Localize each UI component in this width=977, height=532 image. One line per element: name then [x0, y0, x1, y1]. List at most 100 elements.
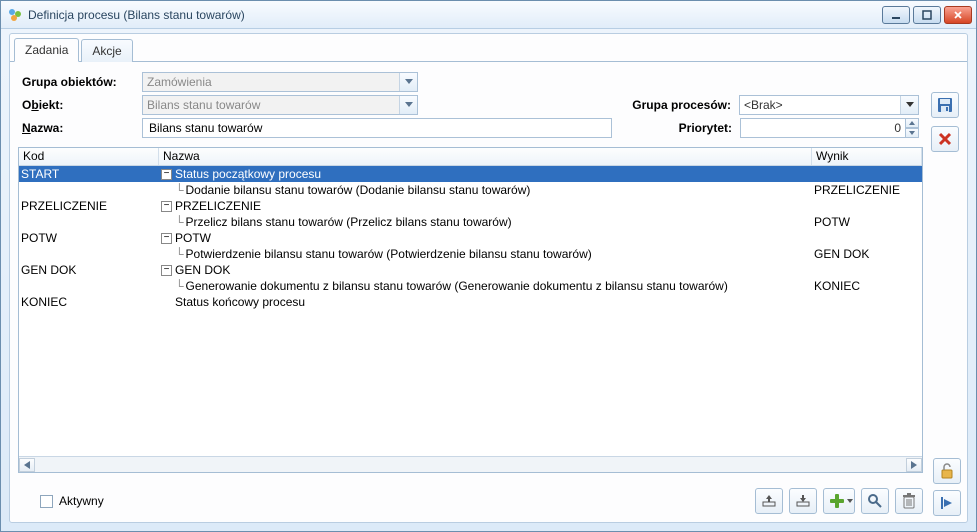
- cell-kod: POTW: [19, 231, 159, 245]
- side-bottom: [933, 458, 961, 516]
- cell-kod: PRZELICZENIE: [19, 199, 159, 213]
- plus-icon: [829, 493, 845, 509]
- cancel-button[interactable]: [931, 126, 959, 152]
- scroll-right-icon[interactable]: [906, 458, 922, 472]
- tree-toggle-icon[interactable]: −: [161, 233, 172, 244]
- app-icon: [7, 7, 23, 23]
- tab-tasks[interactable]: Zadania: [14, 38, 79, 62]
- cell-nazwa: └Generowanie dokumentu z bilansu stanu t…: [159, 279, 812, 293]
- col-header-nazwa[interactable]: Nazwa: [159, 148, 812, 165]
- spinner-up-icon[interactable]: [905, 118, 919, 128]
- window-title: Definicja procesu (Bilans stanu towarów): [28, 8, 882, 22]
- save-button[interactable]: [931, 92, 959, 118]
- h-scrollbar[interactable]: [19, 456, 922, 472]
- next-button[interactable]: [933, 490, 961, 516]
- combo-object[interactable]: Bilans stanu towarów: [142, 95, 418, 115]
- combo-procgroup[interactable]: <Brak>: [739, 95, 919, 115]
- cell-kod: GEN DOK: [19, 263, 159, 277]
- add-dropdown-button[interactable]: [845, 488, 855, 514]
- chevron-down-icon[interactable]: [399, 96, 417, 114]
- spinner-priority[interactable]: [905, 118, 919, 138]
- side-panel: [931, 92, 961, 152]
- scroll-left-icon[interactable]: [19, 458, 35, 472]
- close-icon: [938, 132, 952, 146]
- spinner-down-icon[interactable]: [905, 128, 919, 138]
- grid-header: Kod Nazwa Wynik: [19, 148, 922, 166]
- tree-elbow-icon: └: [161, 215, 184, 229]
- minimize-button[interactable]: [882, 6, 910, 24]
- diskette-icon: [937, 97, 953, 113]
- unlock-icon: [940, 463, 954, 479]
- tab-bar: Zadania Akcje: [10, 38, 967, 62]
- cell-nazwa: └Przelicz bilans stanu towarów (Przelicz…: [159, 215, 812, 229]
- cell-kod: KONIEC: [19, 295, 159, 309]
- table-row[interactable]: └Generowanie dokumentu z bilansu stanu t…: [19, 278, 922, 294]
- cell-wynik: GEN DOK: [812, 247, 922, 261]
- input-priority[interactable]: 0: [740, 118, 906, 138]
- cell-wynik: PRZELICZENIE: [812, 183, 922, 197]
- chevron-down-icon: [847, 499, 853, 503]
- table-row[interactable]: START−Status początkowy procesu: [19, 166, 922, 182]
- form-area: Grupa obiektów: Zamówienia Obiekt: Bilan…: [14, 66, 927, 147]
- toolbar: [755, 488, 923, 514]
- cell-nazwa: −GEN DOK: [159, 263, 812, 277]
- checkbox-box[interactable]: [40, 495, 53, 508]
- cell-wynik: POTW: [812, 215, 922, 229]
- scroll-track[interactable]: [35, 458, 906, 472]
- close-button[interactable]: [944, 6, 972, 24]
- checkbox-active[interactable]: Aktywny: [40, 494, 104, 508]
- label-priority: Priorytet:: [679, 121, 732, 135]
- tree-toggle-icon[interactable]: −: [161, 265, 172, 276]
- cell-nazwa: └Potwierdzenie bilansu stanu towarów (Po…: [159, 247, 812, 261]
- combo-object-value: Bilans stanu towarów: [147, 98, 260, 112]
- cell-wynik: KONIEC: [812, 279, 922, 293]
- task-grid: Kod Nazwa Wynik START−Status początkowy …: [18, 147, 923, 473]
- grid-body[interactable]: START−Status początkowy procesu└Dodanie …: [19, 166, 922, 456]
- export-button[interactable]: [755, 488, 783, 514]
- trash-icon: [902, 493, 916, 509]
- combo-group[interactable]: Zamówienia: [142, 72, 418, 92]
- table-row[interactable]: KONIECStatus końcowy procesu: [19, 294, 922, 310]
- tab-actions[interactable]: Akcje: [81, 39, 132, 62]
- cell-kod: START: [19, 167, 159, 181]
- chevron-down-icon[interactable]: [399, 73, 417, 91]
- maximize-button[interactable]: [913, 6, 941, 24]
- cell-nazwa: └Dodanie bilansu stanu towarów (Dodanie …: [159, 183, 812, 197]
- cell-nazwa: −PRZELICZENIE: [159, 199, 812, 213]
- table-row[interactable]: └Potwierdzenie bilansu stanu towarów (Po…: [19, 246, 922, 262]
- import-icon: [795, 494, 811, 508]
- chevron-down-icon[interactable]: [900, 96, 918, 114]
- input-name[interactable]: [142, 118, 612, 138]
- label-object: Obiekt:: [22, 98, 142, 112]
- cell-nazwa: −Status początkowy procesu: [159, 167, 812, 181]
- unlock-button[interactable]: [933, 458, 961, 484]
- app-window: Definicja procesu (Bilans stanu towarów)…: [0, 0, 977, 532]
- tab-content: Grupa obiektów: Zamówienia Obiekt: Bilan…: [14, 66, 927, 482]
- delete-button[interactable]: [895, 488, 923, 514]
- table-row[interactable]: GEN DOK−GEN DOK: [19, 262, 922, 278]
- bottom-bar: Aktywny: [18, 486, 923, 516]
- magnifier-icon: [867, 493, 883, 509]
- tree-toggle-icon[interactable]: −: [161, 201, 172, 212]
- label-name: Nazwa:: [22, 121, 142, 135]
- col-header-wynik[interactable]: Wynik: [812, 148, 922, 165]
- tree-elbow-icon: └: [161, 279, 184, 293]
- table-row[interactable]: PRZELICZENIE−PRZELICZENIE: [19, 198, 922, 214]
- table-row[interactable]: POTW−POTW: [19, 230, 922, 246]
- label-group: Grupa obiektów:: [22, 75, 142, 89]
- export-icon: [761, 494, 777, 508]
- checkbox-label: Aktywny: [59, 494, 104, 508]
- arrow-right-icon: [940, 496, 954, 510]
- tree-elbow-icon: └: [161, 183, 184, 197]
- content-panel: Zadania Akcje Grupa obiektów: Zamówienia…: [9, 33, 968, 523]
- col-header-kod[interactable]: Kod: [19, 148, 159, 165]
- title-bar[interactable]: Definicja procesu (Bilans stanu towarów): [1, 1, 976, 29]
- cell-nazwa: Status końcowy procesu: [159, 295, 812, 309]
- search-button[interactable]: [861, 488, 889, 514]
- table-row[interactable]: └Dodanie bilansu stanu towarów (Dodanie …: [19, 182, 922, 198]
- tree-toggle-icon[interactable]: −: [161, 169, 172, 180]
- input-name-field[interactable]: [147, 120, 607, 136]
- table-row[interactable]: └Przelicz bilans stanu towarów (Przelicz…: [19, 214, 922, 230]
- import-button[interactable]: [789, 488, 817, 514]
- combo-procgroup-value: <Brak>: [744, 98, 783, 112]
